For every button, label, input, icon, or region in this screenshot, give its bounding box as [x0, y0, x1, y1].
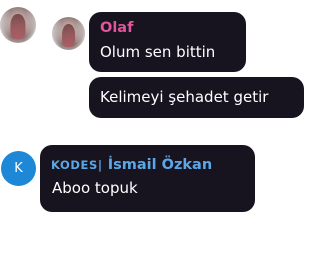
message-text: Aboo topuk [52, 179, 138, 197]
message-author[interactable]: Olaf [100, 20, 133, 36]
avatar-kodes[interactable]: K [1, 151, 36, 186]
author-prefix: KODES| [51, 158, 103, 172]
message-bubble-olaf-2[interactable]: Kelimeyi şehadet getir [89, 77, 304, 118]
avatar-olaf[interactable] [52, 17, 85, 50]
message-author[interactable]: KODES| İsmail Özkan [51, 157, 212, 173]
avatar-shade [0, 7, 36, 43]
avatar-initial: K [14, 161, 23, 176]
message-bubble-kodes[interactable]: KODES| İsmail Özkan Aboo topuk [40, 145, 255, 212]
message-text: Kelimeyi şehadet getir [100, 88, 269, 106]
avatar-previous-sender[interactable] [0, 7, 36, 43]
message-bubble-olaf-1[interactable]: Olaf Olum sen bittin [89, 12, 246, 72]
message-text: Olum sen bittin [100, 43, 216, 61]
author-name: İsmail Özkan [107, 157, 213, 173]
avatar-shade [52, 17, 85, 50]
